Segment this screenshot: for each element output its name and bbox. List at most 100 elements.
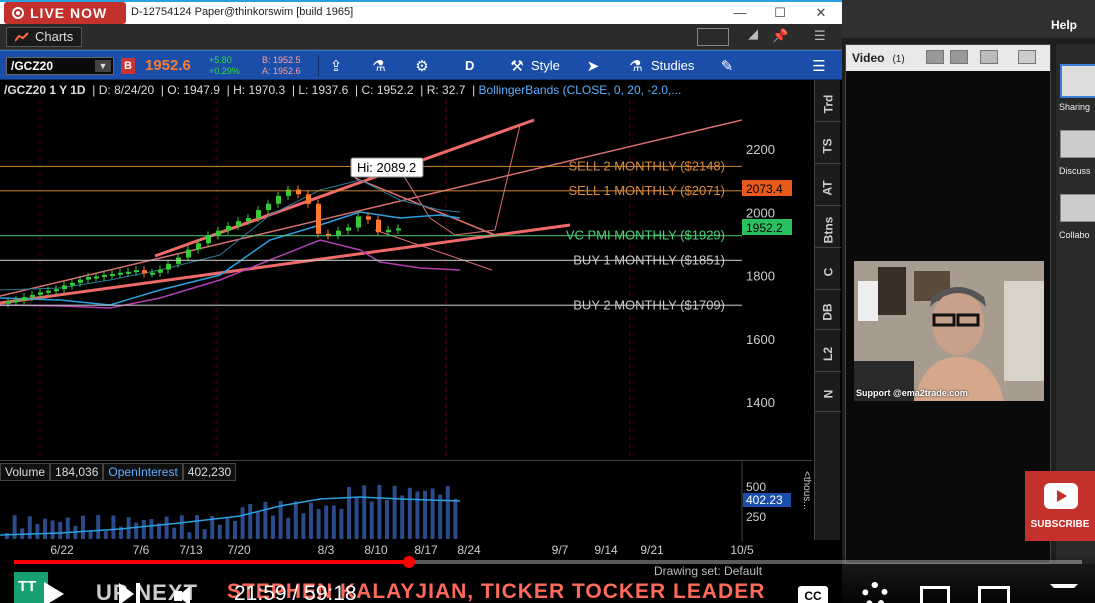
pin-icon[interactable]: 📌 — [772, 28, 788, 44]
volume-bar — [43, 518, 47, 539]
maximize-icon[interactable]: ☐ — [768, 4, 792, 22]
volume-bar — [377, 485, 382, 539]
side-tab-ts[interactable]: TS — [815, 128, 841, 164]
progress-scrubber[interactable] — [403, 556, 416, 568]
collaborate-thumbnail[interactable] — [1060, 194, 1095, 222]
candle-body — [110, 273, 115, 276]
speaker-view-icon[interactable] — [950, 50, 968, 64]
candle-body — [54, 289, 59, 292]
cursor-icon[interactable]: ➤ — [582, 57, 604, 75]
webcam-image — [854, 261, 1044, 401]
volume-value: 184,036 — [50, 463, 104, 481]
panel-menu-icon[interactable] — [1018, 50, 1036, 64]
oi-value: 402,230 — [182, 463, 237, 481]
bid-value: B: 1952.5 — [262, 55, 301, 65]
settings-gear-icon[interactable] — [862, 582, 888, 603]
info-open: O: 1947.9 — [167, 83, 220, 97]
candle-body — [336, 230, 341, 236]
info-study[interactable]: BollingerBands (CLOSE, 0, 20, -2.0,... — [479, 83, 682, 97]
flask-icon[interactable]: ⚗ — [368, 57, 390, 75]
toolbar-menu-icon[interactable]: ☰ — [808, 57, 830, 75]
candle-body — [356, 216, 361, 228]
volume-bar — [96, 515, 101, 539]
volume-bar — [149, 519, 154, 539]
side-tab-at[interactable]: AT — [815, 170, 841, 206]
candle-body — [14, 300, 19, 303]
close-icon[interactable]: ✕ — [809, 4, 833, 22]
fullscreen-icon[interactable] — [980, 50, 998, 64]
level-label: SELL 1 MONTHLY ($2071) — [568, 183, 725, 198]
help-menu[interactable]: Help — [1051, 18, 1077, 32]
change-pct: +0.29% — [209, 66, 240, 76]
corner-resize-icon[interactable]: ◢ — [748, 26, 758, 42]
volume-bar — [35, 524, 40, 539]
miniplayer-icon[interactable] — [920, 586, 950, 603]
volume-bar — [172, 527, 177, 539]
volume-unit: <thous... — [801, 471, 812, 510]
captions-button[interactable]: CC — [798, 586, 828, 603]
sharing-thumbnail[interactable] — [1060, 64, 1095, 98]
side-tab-db[interactable]: DB — [815, 294, 841, 330]
volume-bar — [195, 515, 199, 539]
fullscreen-button-icon[interactable] — [1050, 584, 1078, 603]
volume-icon[interactable] — [174, 586, 202, 603]
menu-icon[interactable]: ☰ — [814, 28, 826, 44]
progress-fill — [14, 560, 410, 564]
candle-body — [118, 272, 123, 275]
ask-value: A: 1952.6 — [262, 66, 301, 76]
progress-bar[interactable] — [14, 556, 1082, 568]
subscribe-button[interactable]: SUBSCRIBE — [1025, 471, 1095, 541]
charts-tab[interactable]: Charts — [6, 27, 83, 47]
play-icon[interactable] — [44, 582, 64, 603]
candle-body — [142, 270, 147, 274]
side-tab-c[interactable]: C — [815, 254, 841, 290]
candle-body — [386, 229, 391, 233]
next-icon[interactable] — [119, 583, 143, 603]
chart-icon — [15, 32, 29, 42]
candle-body — [396, 228, 401, 231]
layout-button[interactable] — [697, 28, 729, 46]
candle-body — [376, 219, 381, 233]
youtube-icon — [1044, 483, 1078, 509]
chevron-down-icon[interactable]: ▼ — [95, 60, 111, 72]
date-tick: 9/14 — [594, 543, 618, 557]
volume-panel[interactable]: 402.23 500 250 <thous... Volume 184,036 … — [0, 460, 812, 541]
symbol-input[interactable]: /GCZ20 ▼ — [6, 57, 114, 75]
webcam-feed: Support @ema2trade.com — [854, 261, 1044, 401]
discuss-thumbnail[interactable] — [1060, 130, 1095, 158]
info-low: L: 1937.6 — [298, 83, 349, 97]
help-bar: Help — [842, 0, 1095, 38]
trendline-lower — [0, 223, 571, 305]
theater-mode-icon[interactable] — [978, 586, 1010, 603]
minimize-icon[interactable]: — — [728, 4, 752, 22]
side-tab-label: N — [820, 389, 835, 399]
candle-body — [134, 270, 139, 273]
candle-body — [276, 195, 281, 204]
side-tab-n[interactable]: N — [815, 376, 841, 412]
video-player-controls: Drawing set: Default TT UP NEXT STEPHEN … — [0, 556, 1095, 603]
chart-info-bar: /GCZ20 1 Y 1D | D: 8/24/20 | O: 1947.9 |… — [4, 83, 682, 97]
period-button[interactable]: D — [465, 58, 474, 73]
side-tab-btns[interactable]: Btns — [815, 212, 841, 248]
drawing-tools-icon[interactable]: ✎ — [716, 57, 738, 75]
volume-bar — [27, 516, 32, 539]
studies-flask-icon[interactable]: ⚗ — [625, 57, 647, 75]
studies-button[interactable]: Studies — [651, 58, 694, 73]
grid-view-icon[interactable] — [926, 50, 944, 64]
volume-bar — [271, 515, 275, 539]
side-tab-trd[interactable]: Trd — [815, 86, 841, 122]
share-icon[interactable]: ⇪ — [325, 57, 347, 75]
date-tick: 7/20 — [227, 543, 251, 557]
side-tab-l2[interactable]: L2 — [815, 336, 841, 372]
gear-icon[interactable]: ⚙ — [411, 57, 433, 75]
style-icon[interactable]: ⚒ — [506, 57, 528, 75]
volume-bar — [339, 508, 344, 539]
price-axis-svg: 2200 2000 1800 1600 1400 2073.4 1952.2 — [742, 142, 792, 410]
volume-bar — [58, 521, 63, 539]
price-chart[interactable]: SELL 2 MONTHLY ($2148) SELL 1 MONTHLY ($2… — [0, 100, 742, 460]
date-tick: 8/24 — [457, 543, 481, 557]
candle-body — [166, 263, 171, 270]
style-button[interactable]: Style — [531, 58, 560, 73]
side-tab-label: DB — [821, 303, 835, 321]
candle-body — [46, 290, 51, 293]
